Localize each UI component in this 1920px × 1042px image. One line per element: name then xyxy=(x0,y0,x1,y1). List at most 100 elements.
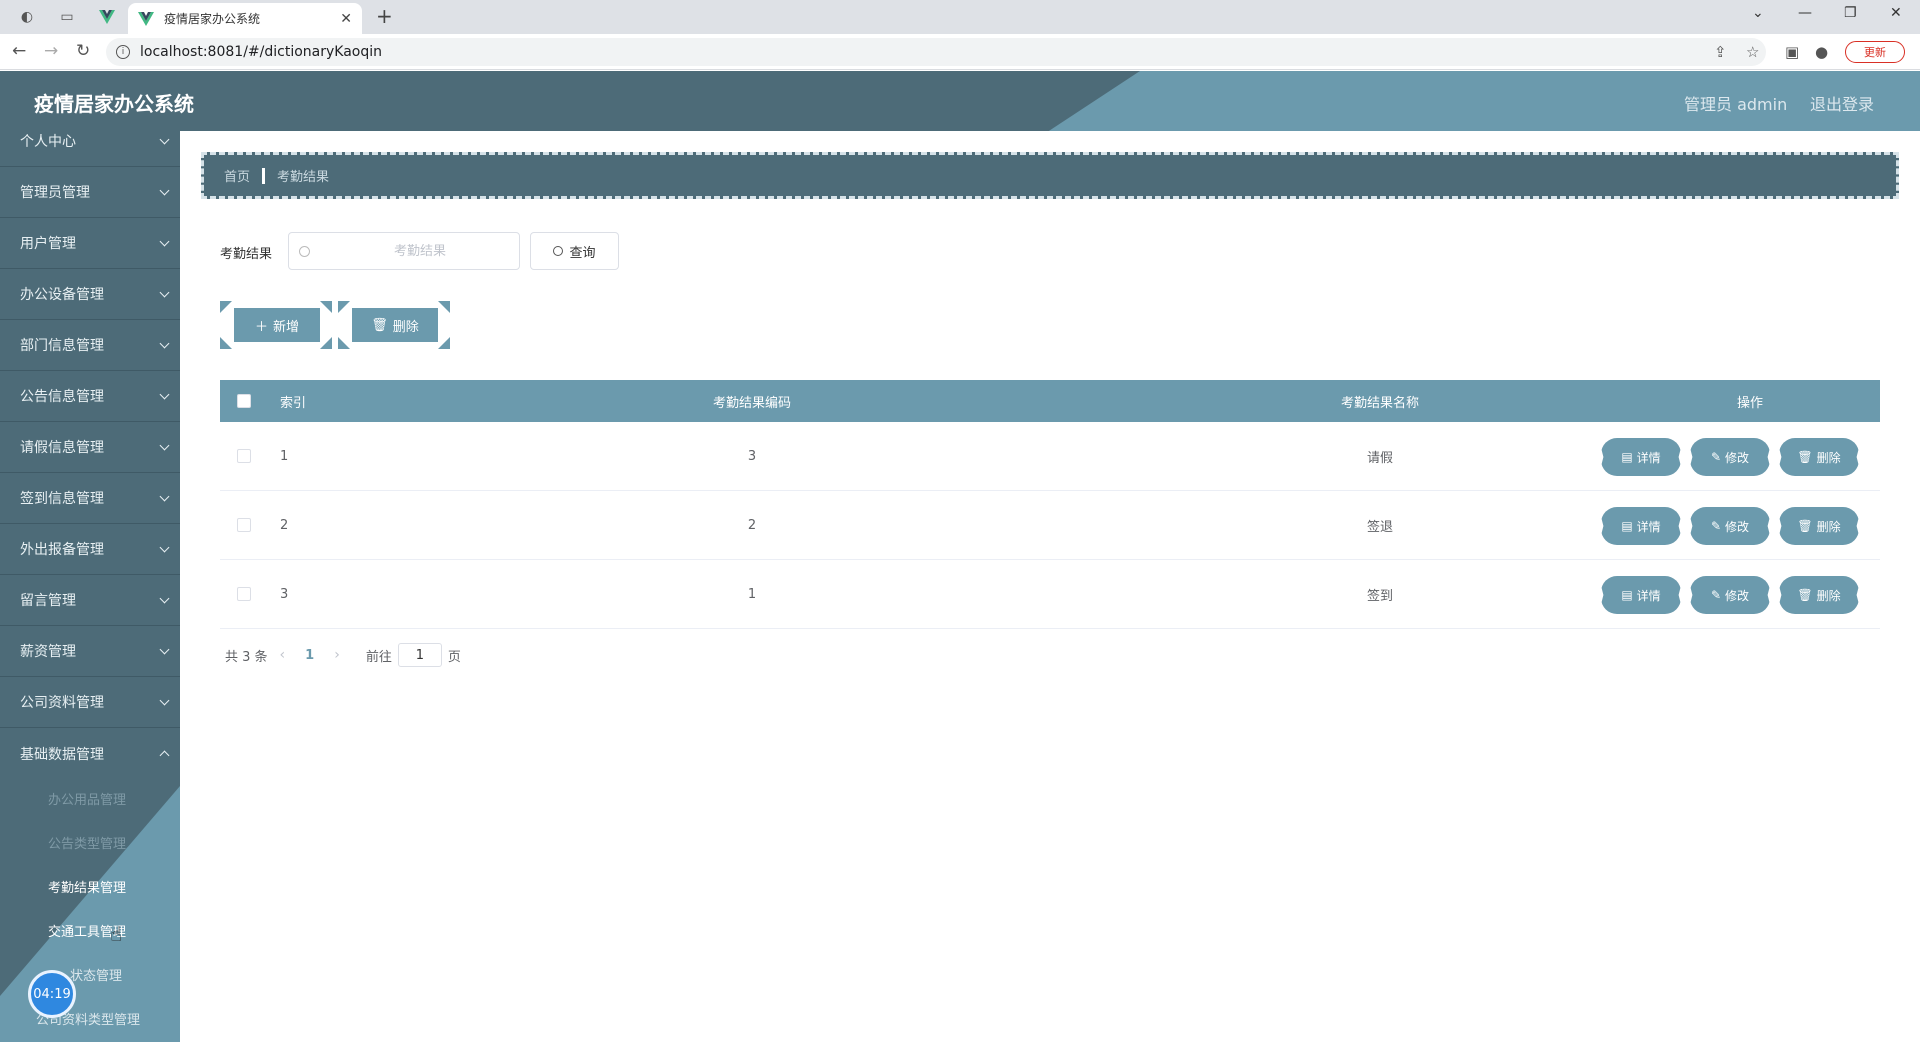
submenu-transport[interactable]: 交通工具管理 xyxy=(0,908,180,952)
sidebar-item-office-equipment[interactable]: 办公设备管理 xyxy=(0,269,180,320)
edit-button[interactable]: ✎ 修改 xyxy=(1690,507,1770,545)
sidebar-item-label: 管理员管理 xyxy=(20,185,90,201)
reload-icon[interactable]: ↻ xyxy=(76,41,90,61)
submenu-office-supplies[interactable]: 办公用品管理 xyxy=(0,776,180,820)
share-icon[interactable]: ⇪ xyxy=(1714,43,1727,61)
cell-index: 2 xyxy=(280,517,289,533)
browser-update-button[interactable]: 更新 xyxy=(1845,41,1905,63)
profile-icon[interactable]: ● xyxy=(1815,43,1828,61)
site-info-icon[interactable]: i xyxy=(116,45,130,59)
row-delete-button[interactable]: 🗑 删除 xyxy=(1779,507,1859,545)
restore-icon[interactable]: ❐ xyxy=(1844,5,1857,21)
sidebar-item-salary[interactable]: 薪资管理 xyxy=(0,626,180,677)
submenu-attendance-results[interactable]: 考勤结果管理 xyxy=(0,864,180,908)
close-tab-icon[interactable]: ✕ xyxy=(340,11,352,27)
breadcrumb-current: 考勤结果 xyxy=(277,170,330,185)
bookmark-star-icon[interactable]: ☆ xyxy=(1746,43,1759,61)
cell-code: 1 xyxy=(747,586,757,602)
sidebar-item-base-data[interactable]: 基础数据管理 xyxy=(0,728,180,779)
chevron-down-icon xyxy=(159,338,170,349)
browser-tab-active[interactable]: 疫情居家办公系统 ✕ xyxy=(128,3,362,34)
delete-button[interactable]: 🗑 删除 xyxy=(338,301,452,349)
chevron-down-icon xyxy=(159,236,170,247)
plus-icon: ＋ xyxy=(254,319,268,335)
back-icon[interactable]: ← xyxy=(12,41,26,61)
new-tab-icon[interactable]: + xyxy=(376,4,393,28)
side-panel-icon[interactable]: ▣ xyxy=(1785,43,1799,61)
vue-logo-icon xyxy=(138,11,154,26)
chevron-down-icon xyxy=(159,695,170,706)
query-button[interactable]: 查询 xyxy=(530,232,619,270)
submenu-notice-types[interactable]: 公告类型管理 xyxy=(0,820,180,864)
sidebar-item-notices[interactable]: 公告信息管理 xyxy=(0,371,180,422)
table-row: 2 2 签退 ▤ 详情 ✎ 修改 🗑 删除 xyxy=(220,491,1880,560)
trash-icon: 🗑 xyxy=(1797,519,1813,533)
next-page-icon[interactable]: › xyxy=(334,647,340,663)
row-delete-button[interactable]: 🗑 删除 xyxy=(1779,576,1859,614)
add-button-label: 新增 xyxy=(273,319,300,335)
minimize-icon[interactable]: — xyxy=(1798,5,1812,21)
tab-search-icon[interactable]: ⌄ xyxy=(1752,5,1764,21)
detail-button[interactable]: ▤ 详情 xyxy=(1601,438,1681,476)
tab-vue-icon[interactable] xyxy=(94,6,120,28)
add-button[interactable]: ＋ 新增 xyxy=(220,301,334,349)
sidebar-item-admin[interactable]: 管理员管理 xyxy=(0,167,180,218)
breadcrumb: 首页 考勤结果 xyxy=(201,152,1899,199)
tab-favicon-icon[interactable]: ▭ xyxy=(54,6,80,28)
timer-badge[interactable]: 04:19 xyxy=(28,970,76,1018)
submenu-company-doc-types[interactable]: 公司资料类型管理 xyxy=(0,996,180,1040)
delete-button-label: 删除 xyxy=(392,319,419,335)
document-icon: ▤ xyxy=(1621,450,1633,464)
address-bar: ← → ↻ i localhost:8081/#/dictionaryKaoqi… xyxy=(0,34,1920,70)
current-user-label: 管理员 admin xyxy=(1684,95,1788,114)
search-field[interactable] xyxy=(288,232,520,270)
detail-button[interactable]: ▤ 详情 xyxy=(1601,576,1681,614)
tab-favicon-icon[interactable]: ◐ xyxy=(14,6,40,28)
sidebar-item-leave[interactable]: 请假信息管理 xyxy=(0,422,180,473)
window-close-icon[interactable]: ✕ xyxy=(1890,5,1902,21)
trash-icon: 🗑 xyxy=(1797,450,1813,464)
url-field[interactable]: i localhost:8081/#/dictionaryKaoqin xyxy=(106,38,1766,66)
chevron-up-icon xyxy=(159,750,170,761)
pagination-total: 共 3 条 xyxy=(225,649,268,665)
logout-link[interactable]: 退出登录 xyxy=(1810,91,1874,115)
sidebar-item-label: 基础数据管理 xyxy=(20,746,104,763)
row-checkbox[interactable] xyxy=(237,449,251,463)
submenu-status[interactable]: 状态管理 xyxy=(0,952,180,996)
cell-code: 2 xyxy=(747,517,757,533)
sidebar-item-personal-center[interactable]: 个人中心 xyxy=(0,131,180,167)
select-all-checkbox[interactable] xyxy=(237,394,251,408)
page-number-current[interactable]: 1 xyxy=(305,648,314,663)
search-input[interactable] xyxy=(330,243,510,259)
header-name: 考勤结果名称 xyxy=(1340,395,1419,411)
cell-name: 请假 xyxy=(1366,450,1393,466)
goto-page-input[interactable] xyxy=(397,643,442,667)
submenu-label: 状态管理 xyxy=(70,968,123,984)
sidebar-item-label: 部门信息管理 xyxy=(20,338,104,354)
edit-button[interactable]: ✎ 修改 xyxy=(1690,438,1770,476)
row-checkbox[interactable] xyxy=(237,518,251,532)
header-index: 索引 xyxy=(280,395,307,411)
breadcrumb-home[interactable]: 首页 xyxy=(224,166,250,185)
edit-button[interactable]: ✎ 修改 xyxy=(1690,576,1770,614)
sidebar-item-checkin[interactable]: 签到信息管理 xyxy=(0,473,180,524)
cell-name: 签到 xyxy=(1366,588,1393,604)
chevron-down-icon xyxy=(159,542,170,553)
sidebar-item-label: 外出报备管理 xyxy=(20,542,104,558)
detail-button[interactable]: ▤ 详情 xyxy=(1601,507,1681,545)
sidebar-item-company-docs[interactable]: 公司资料管理 xyxy=(0,677,180,728)
sidebar-item-department[interactable]: 部门信息管理 xyxy=(0,320,180,371)
pencil-icon: ✎ xyxy=(1710,588,1722,602)
row-checkbox[interactable] xyxy=(237,587,251,601)
prev-page-icon[interactable]: ‹ xyxy=(280,647,286,663)
sidebar-item-messages[interactable]: 留言管理 xyxy=(0,575,180,626)
tab-title: 疫情居家办公系统 xyxy=(164,12,261,26)
forward-icon[interactable]: → xyxy=(44,41,58,61)
sidebar-item-outing[interactable]: 外出报备管理 xyxy=(0,524,180,575)
submenu-label: 办公用品管理 xyxy=(48,792,127,808)
row-delete-button[interactable]: 🗑 删除 xyxy=(1779,438,1859,476)
sidebar-item-users[interactable]: 用户管理 xyxy=(0,218,180,269)
header-code: 考勤结果编码 xyxy=(712,395,791,411)
app-title: 疫情居家办公系统 xyxy=(34,92,194,116)
sidebar-item-label: 签到信息管理 xyxy=(20,491,104,507)
